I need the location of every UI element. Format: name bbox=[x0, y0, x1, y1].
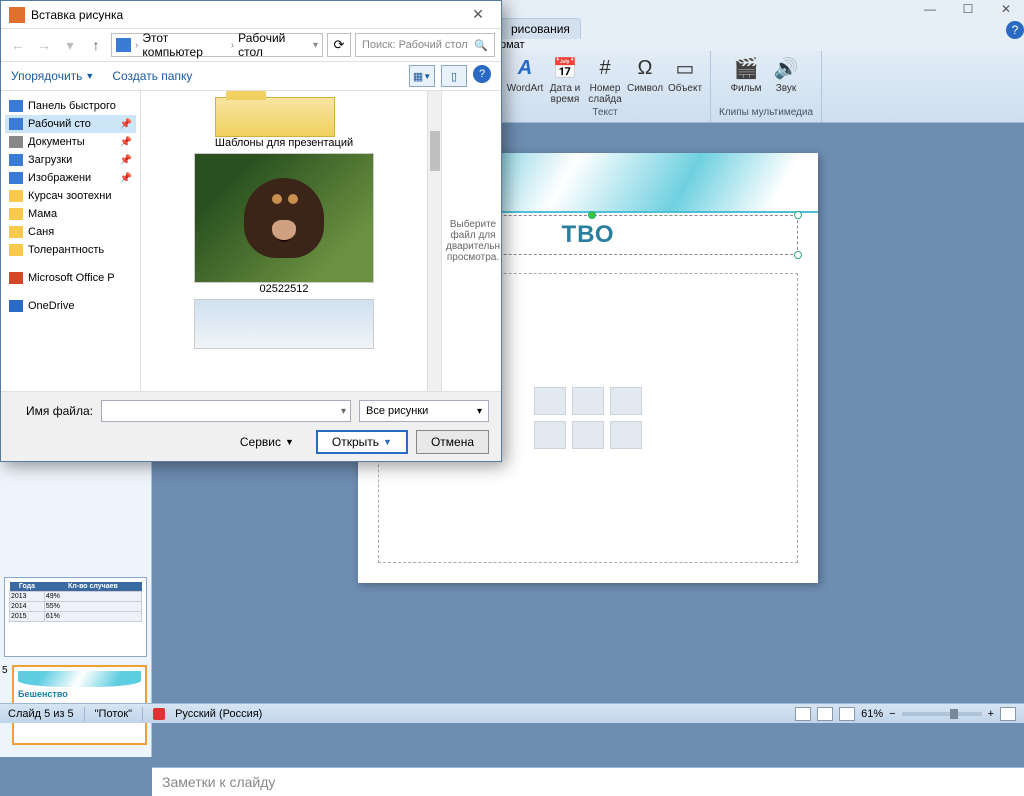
folder-icon bbox=[215, 97, 335, 137]
maximize-button[interactable]: ☐ bbox=[956, 0, 980, 18]
zoom-level[interactable]: 61% bbox=[861, 708, 883, 720]
image-thumbnail bbox=[194, 299, 374, 349]
new-folder-button[interactable]: Создать папку bbox=[112, 69, 192, 83]
status-language[interactable]: Русский (Россия) bbox=[175, 708, 262, 720]
file-templates-folder[interactable]: Шаблоны для презентаций bbox=[215, 97, 353, 149]
title-text: ТВО bbox=[561, 221, 614, 249]
dialog-icon bbox=[9, 7, 25, 23]
breadcrumb[interactable]: › Этот компьютер › Рабочий стол ▾ bbox=[111, 33, 323, 57]
thumb-table: ГодаКл-во случаев 201349% 201455% 201561… bbox=[9, 582, 142, 622]
dialog-help-button[interactable]: ? bbox=[473, 65, 491, 83]
notes-pane[interactable]: Заметки к слайду bbox=[152, 767, 1024, 796]
pin-icon: 📌 bbox=[120, 119, 132, 130]
refresh-button[interactable]: ⟳ bbox=[327, 33, 351, 57]
nav-tree: Панель быстрого Рабочий сто📌 Документы📌 … bbox=[1, 91, 141, 391]
file-screenshot[interactable] bbox=[194, 299, 374, 349]
tree-documents[interactable]: Документы📌 bbox=[5, 133, 136, 151]
open-button[interactable]: Открыть▼ bbox=[316, 430, 408, 454]
tree-sanya[interactable]: Саня bbox=[5, 223, 136, 241]
recent-dropdown[interactable]: ▾ bbox=[59, 34, 81, 56]
dialog-footer: Имя файла: ▾ Все рисунки▾ Сервис ▼ Откры… bbox=[1, 391, 501, 461]
group-label-text: Текст bbox=[592, 105, 617, 120]
preview-pane: Выберите файл для дварительн просмотра. bbox=[441, 91, 501, 391]
date-time-button[interactable]: 📅Дата и время bbox=[548, 55, 582, 105]
status-bar: Слайд 5 из 5 "Поток" Русский (Россия) 61… bbox=[0, 703, 1024, 723]
tree-tolerance[interactable]: Толерантность bbox=[5, 241, 136, 259]
sound-button[interactable]: 🔊Звук bbox=[769, 55, 803, 105]
tab-format[interactable]: рмат bbox=[500, 39, 525, 51]
thumb-title: Бешенство bbox=[18, 689, 141, 699]
placeholder-icons[interactable] bbox=[534, 387, 642, 449]
tree-downloads[interactable]: Загрузки📌 bbox=[5, 151, 136, 169]
tree-images[interactable]: Изображени📌 bbox=[5, 169, 136, 187]
status-slide: Слайд 5 из 5 bbox=[8, 708, 74, 720]
forward-button[interactable]: → bbox=[33, 34, 55, 56]
ribbon-group-media: 🎬Фильм 🔊Звук Клипы мультимедиа bbox=[711, 51, 822, 122]
file-dog-image[interactable]: 02522512 bbox=[194, 153, 374, 295]
dialog-toolbar: Упорядочить ▼ Создать папку ▦▼ ▯ ? bbox=[1, 61, 501, 91]
close-button[interactable]: ✕ bbox=[994, 0, 1018, 18]
zoom-in-button[interactable]: + bbox=[988, 708, 994, 720]
movie-button[interactable]: 🎬Фильм bbox=[729, 55, 763, 105]
back-button[interactable]: ← bbox=[7, 34, 29, 56]
thumb-number: 5 bbox=[2, 665, 8, 676]
view-mode-button[interactable]: ▦▼ bbox=[409, 65, 435, 87]
help-button[interactable]: ? bbox=[1006, 21, 1024, 39]
tree-kursach[interactable]: Курсач зоотехни bbox=[5, 187, 136, 205]
insert-picture-dialog: Вставка рисунка ✕ ← → ▾ ↑ › Этот компьют… bbox=[0, 0, 502, 462]
wordart-button[interactable]: AWordArt bbox=[508, 55, 542, 105]
tree-mama[interactable]: Мама bbox=[5, 205, 136, 223]
image-thumbnail bbox=[194, 153, 374, 283]
file-label: Шаблоны для презентаций bbox=[215, 137, 353, 149]
minimize-button[interactable]: — bbox=[918, 0, 942, 18]
search-input[interactable]: Поиск: Рабочий стол 🔍 bbox=[355, 33, 495, 57]
tools-button[interactable]: Сервис ▼ bbox=[226, 430, 308, 454]
tree-msoffice[interactable]: Microsoft Office P bbox=[5, 269, 136, 287]
symbol-button[interactable]: ΩСимвол bbox=[628, 55, 662, 105]
dialog-title: Вставка рисунка bbox=[31, 8, 123, 22]
filename-input[interactable]: ▾ bbox=[101, 400, 351, 422]
scrollbar[interactable] bbox=[427, 91, 441, 391]
tree-onedrive[interactable]: OneDrive bbox=[5, 297, 136, 315]
ribbon-group-text: AWordArt 📅Дата и время #Номер слайда ΩСи… bbox=[500, 51, 711, 122]
view-slideshow-button[interactable] bbox=[839, 707, 855, 721]
dialog-body: Панель быстрого Рабочий сто📌 Документы📌 … bbox=[1, 91, 501, 391]
slide-thumb-4[interactable]: ГодаКл-во случаев 201349% 201455% 201561… bbox=[4, 577, 147, 657]
file-filter-dropdown[interactable]: Все рисунки▾ bbox=[359, 400, 489, 422]
zoom-out-button[interactable]: − bbox=[889, 708, 895, 720]
fit-button[interactable] bbox=[1000, 707, 1016, 721]
organize-button[interactable]: Упорядочить ▼ bbox=[11, 69, 94, 83]
tree-desktop[interactable]: Рабочий сто📌 bbox=[5, 115, 136, 133]
tree-quick-access[interactable]: Панель быстрого bbox=[5, 97, 136, 115]
dialog-titlebar: Вставка рисунка ✕ bbox=[1, 1, 501, 29]
dialog-nav: ← → ▾ ↑ › Этот компьютер › Рабочий стол … bbox=[1, 29, 501, 61]
file-label: 02522512 bbox=[194, 283, 374, 295]
file-list[interactable]: Шаблоны для презентаций 02522512 Выберит… bbox=[141, 91, 501, 391]
zoom-slider[interactable] bbox=[902, 712, 982, 716]
cancel-button[interactable]: Отмена bbox=[416, 430, 489, 454]
tab-drawing[interactable]: рисования bbox=[500, 18, 581, 39]
preview-toggle-button[interactable]: ▯ bbox=[441, 65, 467, 87]
filename-label: Имя файла: bbox=[13, 404, 93, 418]
object-button[interactable]: ▭Объект bbox=[668, 55, 702, 105]
crumb-desktop[interactable]: Рабочий стол bbox=[238, 31, 309, 59]
computer-icon bbox=[116, 38, 131, 52]
crumb-computer[interactable]: Этот компьютер bbox=[142, 31, 226, 59]
status-theme: "Поток" bbox=[95, 708, 132, 720]
up-button[interactable]: ↑ bbox=[85, 34, 107, 56]
search-icon: 🔍 bbox=[474, 39, 488, 52]
group-label-media: Клипы мультимедиа bbox=[719, 105, 813, 120]
spellcheck-icon[interactable] bbox=[153, 708, 165, 720]
view-normal-button[interactable] bbox=[795, 707, 811, 721]
view-sorter-button[interactable] bbox=[817, 707, 833, 721]
dialog-close-button[interactable]: ✕ bbox=[463, 5, 493, 25]
slide-number-button[interactable]: #Номер слайда bbox=[588, 55, 622, 105]
